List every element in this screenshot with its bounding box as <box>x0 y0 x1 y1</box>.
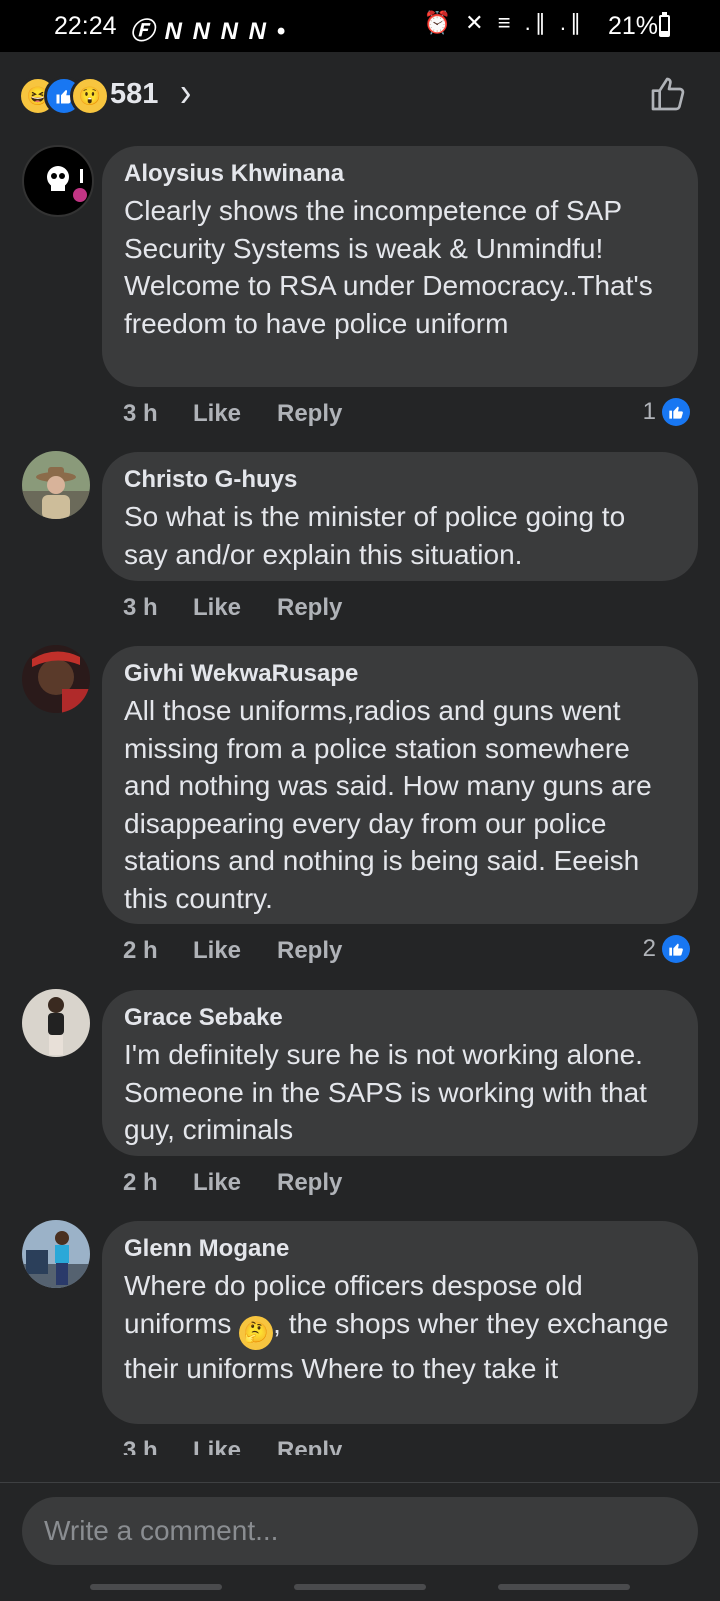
comment-text: Where do police officers despose old uni… <box>124 1267 676 1387</box>
nav-home-handle[interactable] <box>294 1584 426 1590</box>
nav-back-handle[interactable] <box>498 1584 630 1590</box>
like-button[interactable]: Like <box>193 1169 277 1197</box>
system-status-icons: ⏰ ✕ ≡ .∥ .∥ <box>423 10 585 35</box>
comment-text: All those uniforms,radios and guns went … <box>124 695 652 914</box>
reactions-header: 😆 😲 581 › <box>0 52 720 140</box>
comment-actions: 3 h Like Reply <box>123 1437 342 1455</box>
status-time: 22:24 <box>54 12 117 40</box>
comment-actions: 2 h Like Reply <box>123 937 342 965</box>
comment-time: 3 h <box>123 1437 158 1455</box>
reaction-count[interactable]: 581 <box>110 78 158 111</box>
reply-button[interactable]: Reply <box>277 1169 342 1197</box>
reaction-summary[interactable]: 😆 😲 <box>18 76 110 116</box>
avatar[interactable] <box>22 989 90 1057</box>
reply-button[interactable]: Reply <box>277 1437 342 1455</box>
avatar[interactable] <box>22 451 90 519</box>
status-bar: 22:24 Ⓕ N N N N • ⏰ ✕ ≡ .∥ .∥ 21% <box>0 0 720 52</box>
comment-author[interactable]: Grace Sebake <box>124 1002 676 1034</box>
comment-bubble[interactable]: Christo G-huys So what is the minister o… <box>102 452 698 581</box>
avatar[interactable] <box>22 645 90 713</box>
like-count-value: 2 <box>642 935 656 962</box>
comment-bubble[interactable]: Aloysius Khwinana Clearly shows the inco… <box>102 146 698 387</box>
nav-recents-handle[interactable] <box>90 1584 222 1590</box>
reply-button[interactable]: Reply <box>277 937 342 965</box>
comment-bubble[interactable]: Givhi WekwaRusape All those uniforms,rad… <box>102 646 698 924</box>
battery-percent: 21% <box>607 12 658 40</box>
avatar[interactable] <box>22 145 94 217</box>
comment-author[interactable]: Aloysius Khwinana <box>124 158 676 190</box>
like-icon <box>662 935 690 963</box>
comment-time: 3 h <box>123 400 158 427</box>
comment-bubble[interactable]: Grace Sebake I'm definitely sure he is n… <box>102 990 698 1156</box>
comment-bubble[interactable]: Glenn Mogane Where do police officers de… <box>102 1221 698 1424</box>
comment-time: 2 h <box>123 937 158 964</box>
comment-input[interactable] <box>22 1497 698 1565</box>
like-button[interactable]: Like <box>193 594 277 622</box>
like-button[interactable]: Like <box>193 1437 277 1455</box>
like-outline-icon[interactable] <box>648 74 688 114</box>
thinking-face-icon: 🤔 <box>239 1315 274 1350</box>
comment-author[interactable]: Givhi WekwaRusape <box>124 658 676 690</box>
comment-time: 3 h <box>123 594 158 621</box>
comment-actions: 3 h Like Reply <box>123 594 342 622</box>
comment-like-count[interactable]: 1 <box>643 398 690 426</box>
like-count-value: 1 <box>642 398 656 425</box>
like-icon <box>662 398 690 426</box>
comment-time: 2 h <box>123 1169 158 1196</box>
comment-text: So what is the minister of police going … <box>124 501 626 570</box>
comment-actions: 2 h Like Reply <box>123 1169 342 1197</box>
reply-button[interactable]: Reply <box>277 400 342 428</box>
notification-icons: Ⓕ N N N N • <box>130 18 288 45</box>
comment-actions: 3 h Like Reply <box>123 400 342 428</box>
comment-author[interactable]: Glenn Mogane <box>124 1233 676 1265</box>
avatar[interactable] <box>22 1220 90 1288</box>
battery-icon <box>659 15 670 37</box>
comment-author[interactable]: Christo G-huys <box>124 464 676 496</box>
wow-icon: 😲 <box>70 76 110 116</box>
reply-button[interactable]: Reply <box>277 594 342 622</box>
comment-text: I'm definitely sure he is not working al… <box>124 1039 647 1145</box>
chevron-right-icon[interactable]: › <box>180 70 191 117</box>
comment-text: Clearly shows the incompetence of SAP Se… <box>124 195 653 339</box>
like-button[interactable]: Like <box>193 400 277 428</box>
like-button[interactable]: Like <box>193 937 277 965</box>
comment-like-count[interactable]: 2 <box>643 935 690 963</box>
